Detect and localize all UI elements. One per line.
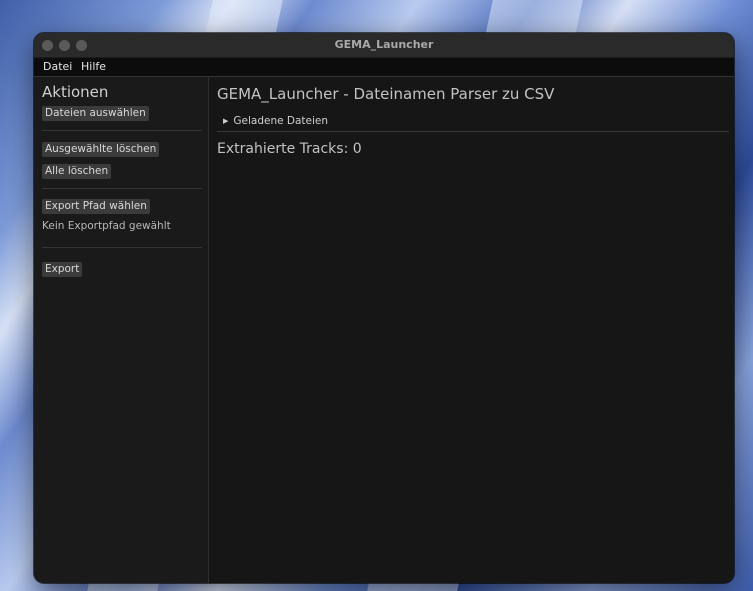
sidebar-divider <box>42 188 202 189</box>
loaded-files-label: Geladene Dateien <box>233 115 329 127</box>
delete-selected-button[interactable]: Ausgewählte löschen <box>42 142 160 157</box>
choose-export-path-button[interactable]: Export Pfad wählen <box>42 199 150 214</box>
sidebar-title: Aktionen <box>42 83 109 101</box>
extracted-tracks-count: Extrahierte Tracks: 0 <box>217 141 362 157</box>
window-title: GEMA_Launcher <box>334 38 434 51</box>
menu-hilfe[interactable]: Hilfe <box>81 60 106 73</box>
loaded-files-collapsible[interactable]: ▶ Geladene Dateien <box>223 115 328 127</box>
title-bar[interactable]: GEMA_Launcher <box>34 33 734 58</box>
app-window: GEMA_Launcher Datei Hilfe Aktionen Datei… <box>34 33 734 583</box>
menu-bar: Datei Hilfe <box>34 58 734 77</box>
export-path-status: Kein Exportpfad gewählt <box>42 220 171 232</box>
sidebar-divider <box>42 247 202 248</box>
actions-sidebar: Aktionen Dateien auswählen Ausgewählte l… <box>34 77 209 583</box>
main-divider <box>217 131 729 132</box>
menu-datei[interactable]: Datei <box>43 60 72 73</box>
triangle-right-icon: ▶ <box>223 117 229 125</box>
page-title: GEMA_Launcher - Dateinamen Parser zu CSV <box>217 85 555 103</box>
main-panel: GEMA_Launcher - Dateinamen Parser zu CSV… <box>209 77 734 583</box>
sidebar-divider <box>42 130 202 131</box>
select-files-button[interactable]: Dateien auswählen <box>42 106 149 121</box>
export-button[interactable]: Export <box>42 262 83 277</box>
delete-all-button[interactable]: Alle löschen <box>42 164 112 179</box>
